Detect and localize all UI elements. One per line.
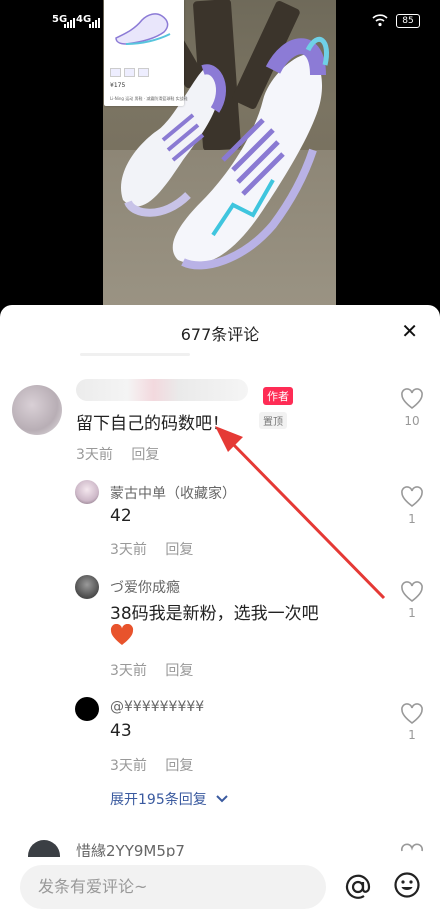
comment-input-bar: 发条有爱评论~ xyxy=(0,857,440,913)
heart-outline-icon[interactable] xyxy=(400,388,424,410)
chevron-down-icon xyxy=(216,795,228,803)
reply-button[interactable]: 回复 xyxy=(165,542,193,558)
reply-time: 3天前 xyxy=(110,758,147,774)
wifi-icon xyxy=(372,14,388,27)
status-bar: 5G 4G 85 xyxy=(0,0,440,40)
signal-icon xyxy=(89,18,100,28)
reply-button[interactable]: 回复 xyxy=(165,663,193,679)
at-icon[interactable] xyxy=(344,873,372,901)
product-description: Li-Ning 运动 男鞋 · 减震防滑篮球鞋 实战鞋 xyxy=(110,96,188,101)
like-count: 1 xyxy=(408,728,416,742)
reply-text: 42 xyxy=(110,506,132,526)
comment-meta: 3天前 回复 xyxy=(76,444,173,464)
video-background[interactable]: ¥175 Li-Ning 运动 男鞋 · 减震防滑篮球鞋 实战鞋 5G 4G 8… xyxy=(0,0,440,320)
avatar[interactable] xyxy=(75,480,99,504)
reply-author-name[interactable]: 蒙古中单（收藏家） xyxy=(110,483,236,503)
battery-indicator: 85 xyxy=(396,14,420,28)
pinned-tag: 置顶 xyxy=(259,412,287,429)
avatar[interactable] xyxy=(75,697,99,721)
heart-emoji-icon xyxy=(110,624,134,645)
emoji-icon[interactable] xyxy=(393,871,421,899)
comment-text: 留下自己的码数吧！ xyxy=(76,414,229,434)
comment-count-title: 677条评论 xyxy=(180,325,260,344)
avatar[interactable] xyxy=(12,385,62,435)
reply-text: 43 xyxy=(110,721,132,741)
heart-outline-icon[interactable] xyxy=(400,703,424,725)
expand-replies-button[interactable]: 展开195条回复 xyxy=(110,789,229,809)
like-count: 10 xyxy=(404,414,420,428)
comment-panel: 677条评论 ✕ 作者 置顶 留下自己的码数吧！ 3天前 回复 10 蒙古中单（… xyxy=(0,305,440,913)
reply-meta: 3天前 回复 xyxy=(110,755,207,775)
reply-text: 38码我是新粉，选我一次吧 xyxy=(110,604,319,624)
reply-time: 3天前 xyxy=(110,663,147,679)
heart-outline-icon[interactable] xyxy=(400,842,424,856)
comment-input[interactable]: 发条有爱评论~ xyxy=(20,865,326,909)
product-price: ¥175 xyxy=(110,82,126,89)
reply-author-name[interactable]: @¥¥¥¥¥¥¥¥¥ xyxy=(110,699,204,715)
reply-meta: 3天前 回复 xyxy=(110,660,207,680)
reply-author-name[interactable]: づ爱你成瘾 xyxy=(110,577,180,597)
reply-meta: 3天前 回复 xyxy=(110,539,207,559)
product-variants xyxy=(110,68,149,77)
author-name-blurred[interactable] xyxy=(76,379,248,401)
author-tag: 作者 xyxy=(263,387,293,405)
avatar[interactable] xyxy=(75,575,99,599)
heart-outline-icon[interactable] xyxy=(400,581,424,603)
reply-button[interactable]: 回复 xyxy=(131,447,159,463)
divider xyxy=(80,353,190,356)
comment-time: 3天前 xyxy=(76,447,113,463)
heart-outline-icon[interactable] xyxy=(400,486,424,508)
like-count: 1 xyxy=(408,606,416,620)
reply-button[interactable]: 回复 xyxy=(165,758,193,774)
expand-replies-label: 展开195条回复 xyxy=(110,792,207,808)
close-icon[interactable]: ✕ xyxy=(401,319,418,343)
reply-time: 3天前 xyxy=(110,542,147,558)
signal-icon xyxy=(64,18,75,28)
like-count: 1 xyxy=(408,512,416,526)
